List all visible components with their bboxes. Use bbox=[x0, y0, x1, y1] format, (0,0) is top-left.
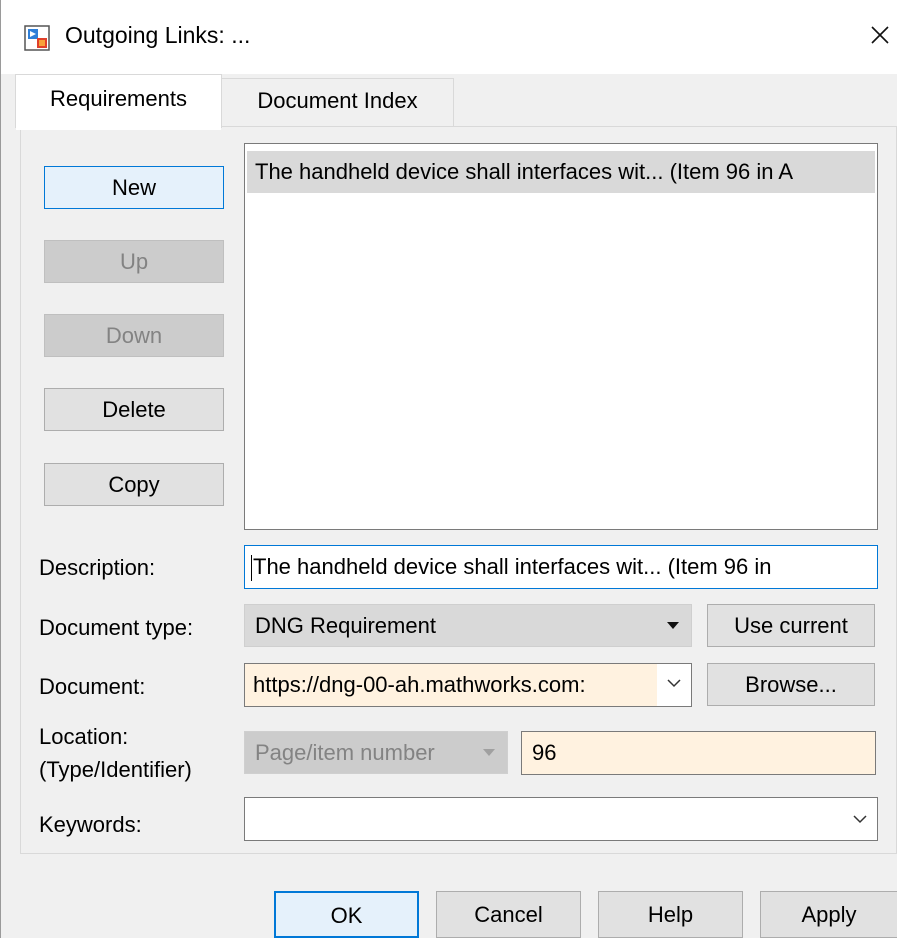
location-type-value: Page/item number bbox=[255, 740, 435, 765]
document-label: Document: bbox=[39, 674, 146, 699]
keywords-combo[interactable] bbox=[244, 797, 878, 841]
list-item[interactable]: The handheld device shall interfaces wit… bbox=[247, 151, 875, 193]
apply-button[interactable]: Apply bbox=[760, 891, 897, 938]
tab-document-index[interactable]: Document Index bbox=[221, 78, 454, 126]
chevron-down-icon[interactable] bbox=[657, 664, 691, 706]
down-button[interactable]: Down bbox=[44, 314, 224, 357]
keywords-label: Keywords: bbox=[39, 812, 142, 837]
dropdown-arrow-icon bbox=[667, 622, 679, 629]
chevron-down-icon[interactable] bbox=[853, 814, 867, 824]
cancel-button[interactable]: Cancel bbox=[436, 891, 581, 938]
app-icon bbox=[24, 25, 50, 51]
help-button[interactable]: Help bbox=[598, 891, 743, 938]
description-label: Description: bbox=[39, 555, 156, 580]
copy-button[interactable]: Copy bbox=[44, 463, 224, 506]
document-type-label: Document type: bbox=[39, 615, 194, 640]
location-identifier-field[interactable]: 96 bbox=[521, 731, 876, 775]
new-button[interactable]: New bbox=[44, 166, 224, 209]
title-bar: Outgoing Links: ... bbox=[1, 0, 897, 74]
tab-requirements[interactable]: Requirements bbox=[15, 74, 222, 130]
document-type-value: DNG Requirement bbox=[255, 613, 436, 638]
up-button[interactable]: Up bbox=[44, 240, 224, 283]
description-value: The handheld device shall interfaces wit… bbox=[253, 554, 772, 579]
document-type-select[interactable]: DNG Requirement bbox=[244, 604, 692, 647]
links-listbox[interactable]: The handheld device shall interfaces wit… bbox=[244, 143, 878, 530]
ok-button[interactable]: OK bbox=[274, 891, 419, 938]
window-title: Outgoing Links: ... bbox=[65, 22, 251, 48]
dropdown-arrow-icon bbox=[483, 749, 495, 756]
location-sublabel: (Type/Identifier) bbox=[39, 757, 192, 782]
description-field[interactable]: The handheld device shall interfaces wit… bbox=[244, 545, 878, 589]
dialog-window: Outgoing Links: ... Requirements Documen… bbox=[0, 0, 897, 938]
close-icon[interactable] bbox=[863, 18, 897, 52]
location-type-select[interactable]: Page/item number bbox=[244, 731, 508, 774]
delete-button[interactable]: Delete bbox=[44, 388, 224, 431]
use-current-button[interactable]: Use current bbox=[707, 604, 875, 647]
document-combo[interactable]: https://dng-00-ah.mathworks.com: bbox=[244, 663, 692, 707]
browse-button[interactable]: Browse... bbox=[707, 663, 875, 706]
text-caret bbox=[251, 555, 252, 582]
location-label: Location: bbox=[39, 724, 129, 749]
document-value: https://dng-00-ah.mathworks.com: bbox=[253, 672, 586, 697]
